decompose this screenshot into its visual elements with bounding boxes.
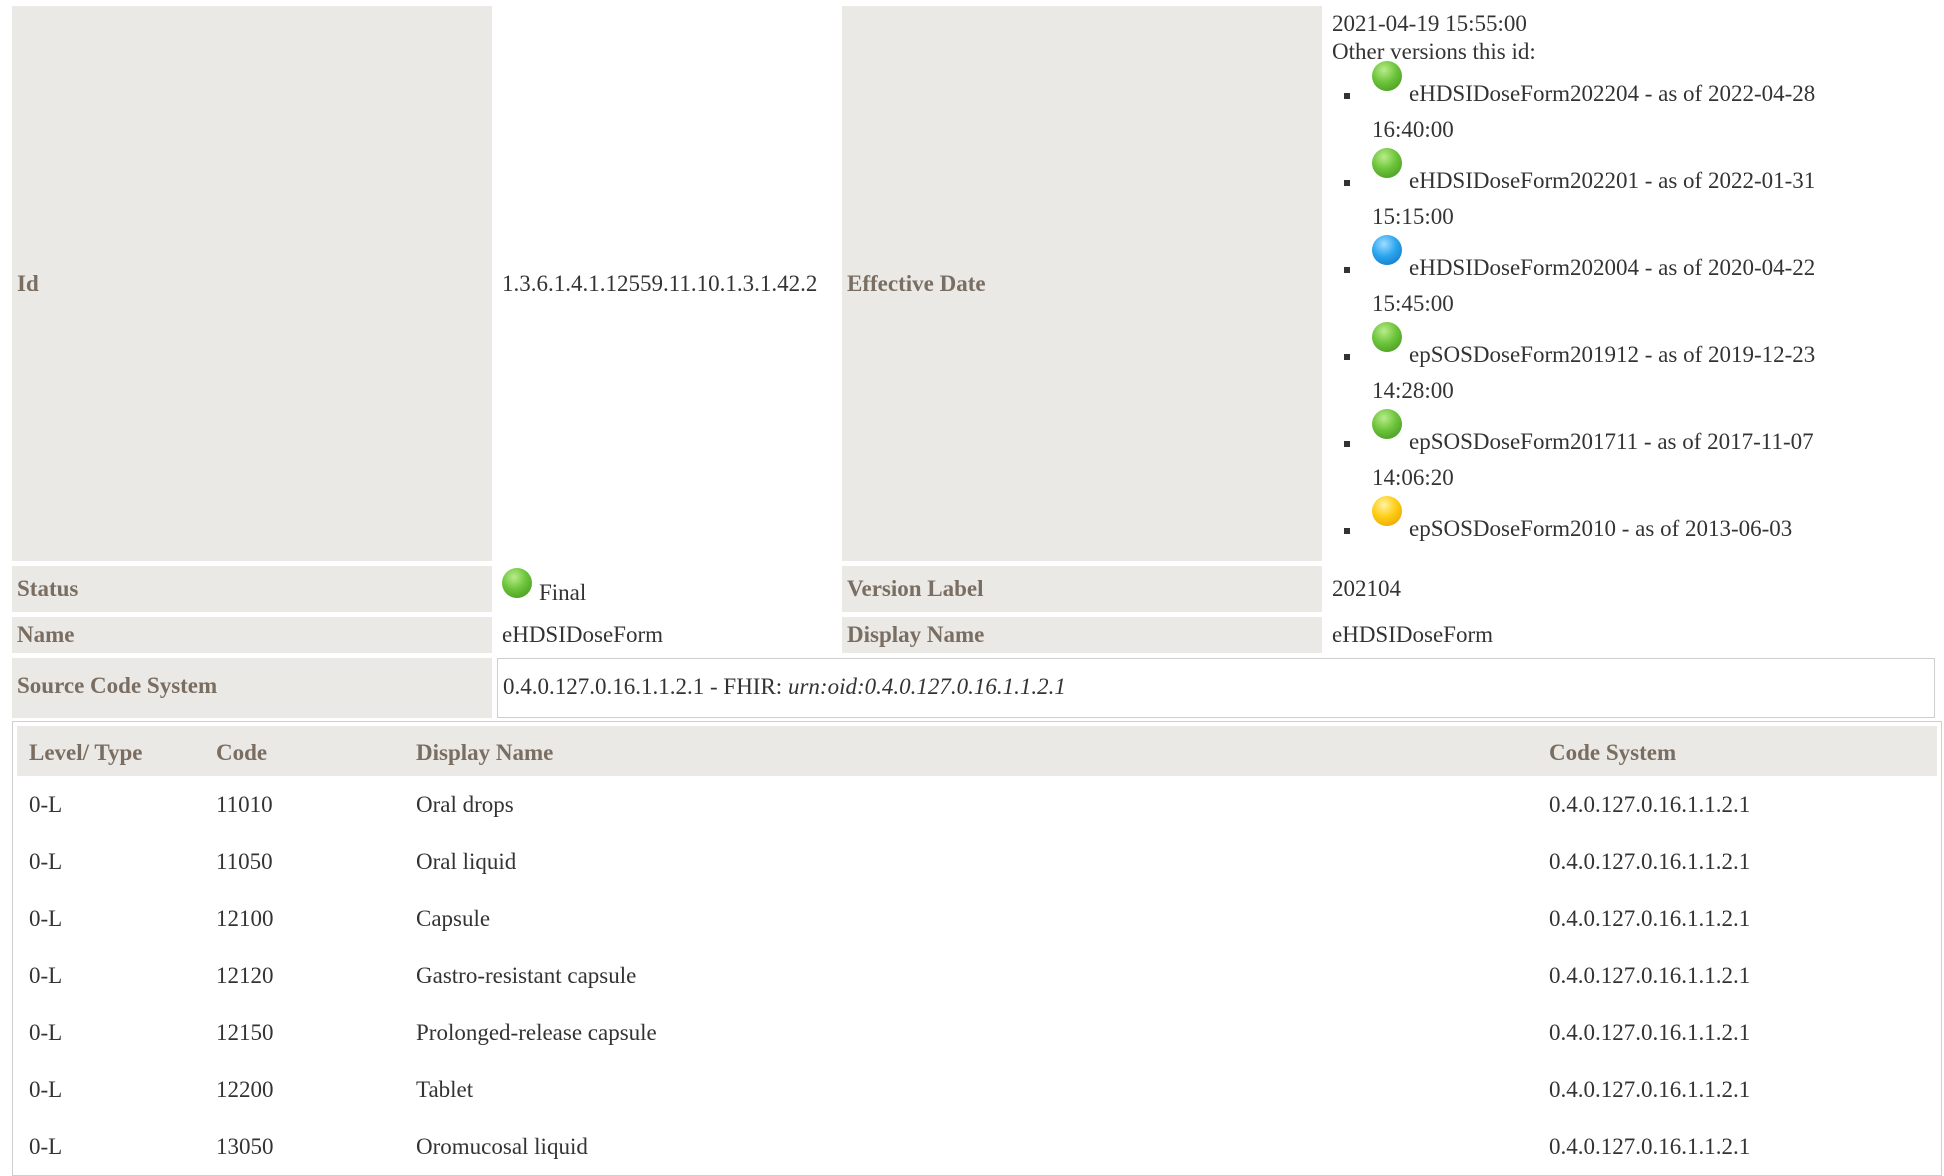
col-header-code: Code	[204, 726, 404, 777]
display-name-value: eHDSIDoseForm	[1327, 617, 1935, 654]
effective-date-label: Effective Date	[842, 6, 1322, 562]
name-value: eHDSIDoseForm	[497, 617, 837, 654]
table-row: 0-L 12100 Capsule 0.4.0.127.0.16.1.1.2.1	[17, 890, 1937, 947]
code-cell: 12200	[216, 1076, 274, 1102]
version-item-text: eHDSIDoseForm202004 - as of 2020-04-22 1…	[1372, 255, 1816, 317]
name-row: Name eHDSIDoseForm Display Name eHDSIDos…	[12, 617, 1935, 654]
col-header-level-type: Level/ Type	[17, 726, 204, 777]
level-type-cell: 0-L	[29, 791, 63, 817]
source-code-system-cell: 0.4.0.127.0.16.1.1.2.1 - FHIR: urn:oid:0…	[497, 658, 1935, 719]
table-row: 0-L 12120 Gastro-resistant capsule 0.4.0.12…	[17, 947, 1937, 1004]
code-system-cell: 0.4.0.127.0.16.1.1.2.1	[1549, 1019, 1751, 1045]
code-cell: 11050	[216, 848, 273, 874]
status-yellow-icon	[1372, 496, 1402, 527]
source-code-system-label: Source Code System	[12, 658, 492, 719]
level-type-cell: 0-L	[29, 905, 63, 931]
version-item[interactable]: epSOSDoseForm201711 - as of 2017-11-07 1…	[1344, 409, 1930, 496]
display-name-cell: Oral liquid	[416, 848, 517, 874]
table-row: 0-L 12150 Prolonged-release capsule 0.4.0.1…	[17, 1004, 1937, 1061]
table-row: 0-L 12200 Tablet 0.4.0.127.0.16.1.1.2.1	[17, 1061, 1937, 1118]
effective-date-cell: 2021-04-19 15:55:00 Other versions this …	[1327, 6, 1935, 562]
version-label-value: 202104	[1327, 566, 1935, 613]
code-system-cell: 0.4.0.127.0.16.1.1.2.1	[1549, 848, 1751, 874]
version-item[interactable]: epSOSDoseForm2010 - as of 2013-06-03	[1344, 496, 1930, 547]
col-header-code-system: Code System	[1537, 726, 1937, 777]
status-final-icon	[502, 567, 532, 598]
status-green-icon	[1372, 409, 1402, 440]
status-green-icon	[1372, 148, 1402, 179]
name-label: Name	[12, 617, 492, 654]
version-item-text: epSOSDoseForm201912 - as of 2019-12-23 1…	[1372, 342, 1816, 404]
source-code-system-value: 0.4.0.127.0.16.1.1.2.1 - FHIR:	[503, 674, 788, 700]
display-name-cell: Tablet	[416, 1076, 474, 1102]
code-system-cell: 0.4.0.127.0.16.1.1.2.1	[1549, 962, 1751, 988]
level-type-cell: 0-L	[29, 1019, 63, 1045]
code-system-cell: 0.4.0.127.0.16.1.1.2.1	[1549, 1133, 1751, 1159]
source-code-system-urn: urn:oid:0.4.0.127.0.16.1.1.2.1	[787, 674, 1066, 700]
code-cell: 13050	[216, 1133, 274, 1159]
display-name-cell: Oral drops	[416, 791, 514, 817]
concept-table-header: Level/ Type Code Display Name Code Syste…	[17, 726, 1937, 777]
status-blue-icon	[1372, 235, 1402, 266]
status-green-icon	[1372, 61, 1402, 92]
status-row: Status Final Version Label 202104	[12, 566, 1935, 613]
level-type-cell: 0-L	[29, 1076, 63, 1102]
table-row: 0-L 11050 Oral liquid 0.4.0.127.0.16.1.1.2.…	[17, 833, 1937, 890]
level-type-cell: 0-L	[29, 848, 63, 874]
valueset-metadata-table: Id 1.3.6.1.4.1.12559.11.10.1.3.1.42.2 Ef…	[7, 1, 1940, 723]
status-green-icon	[1372, 322, 1402, 353]
code-cell: 12120	[216, 962, 274, 988]
status-value: Final	[539, 579, 587, 605]
id-row: Id 1.3.6.1.4.1.12559.11.10.1.3.1.42.2 Ef…	[12, 6, 1935, 562]
display-name-cell: Prolonged-release capsule	[416, 1019, 657, 1045]
other-versions-list: eHDSIDoseForm202204 - as of 2022-04-28 1…	[1332, 61, 1930, 547]
version-item[interactable]: eHDSIDoseForm202004 - as of 2020-04-22 1…	[1344, 235, 1930, 322]
code-system-cell: 0.4.0.127.0.16.1.1.2.1	[1549, 905, 1751, 931]
concept-table: Level/ Type Code Display Name Code Syste…	[17, 726, 1937, 1175]
table-row: 0-L 13050 Oromucosal liquid 0.4.0.127.0.16.…	[17, 1118, 1937, 1175]
code-system-cell: 0.4.0.127.0.16.1.1.2.1	[1549, 1076, 1751, 1102]
version-item-text: epSOSDoseForm201711 - as of 2017-11-07 1…	[1372, 429, 1814, 491]
col-header-display-name: Display Name	[404, 726, 1537, 777]
effective-date-value: 2021-04-19 15:55:00	[1332, 11, 1527, 36]
source-code-system-row: Source Code System 0.4.0.127.0.16.1.1.2.…	[12, 658, 1935, 719]
other-versions-label: Other versions this id:	[1332, 38, 1536, 64]
version-item[interactable]: eHDSIDoseForm202201 - as of 2022-01-31 1…	[1344, 148, 1930, 235]
version-item-text: eHDSIDoseForm202201 - as of 2022-01-31 1…	[1372, 168, 1816, 230]
concept-list-container: Level/ Type Code Display Name Code Syste…	[12, 721, 1942, 1176]
version-label-label: Version Label	[842, 566, 1322, 613]
code-system-cell: 0.4.0.127.0.16.1.1.2.1	[1549, 791, 1751, 817]
level-type-cell: 0-L	[29, 962, 63, 988]
status-cell: Final	[497, 566, 837, 613]
version-item[interactable]: epSOSDoseForm201912 - as of 2019-12-23 1…	[1344, 322, 1930, 409]
table-row: 0-L 11010 Oral drops 0.4.0.127.0.16.1.1.2.1	[17, 776, 1937, 833]
display-name-cell: Gastro-resistant capsule	[416, 962, 637, 988]
version-item-text: eHDSIDoseForm202204 - as of 2022-04-28 1…	[1372, 81, 1816, 143]
display-name-cell: Capsule	[416, 905, 491, 931]
code-cell: 11010	[216, 791, 273, 817]
display-name-label: Display Name	[842, 617, 1322, 654]
level-type-cell: 0-L	[29, 1133, 63, 1159]
id-value: 1.3.6.1.4.1.12559.11.10.1.3.1.42.2	[497, 6, 837, 562]
id-label: Id	[12, 6, 492, 562]
version-item[interactable]: eHDSIDoseForm202204 - as of 2022-04-28 1…	[1344, 61, 1930, 148]
code-cell: 12150	[216, 1019, 274, 1045]
code-cell: 12100	[216, 905, 274, 931]
version-item-text: epSOSDoseForm2010 - as of 2013-06-03	[1409, 516, 1793, 542]
display-name-cell: Oromucosal liquid	[416, 1133, 588, 1159]
status-label: Status	[12, 566, 492, 613]
valueset-page: Id 1.3.6.1.4.1.12559.11.10.1.3.1.42.2 Ef…	[0, 0, 1944, 1176]
